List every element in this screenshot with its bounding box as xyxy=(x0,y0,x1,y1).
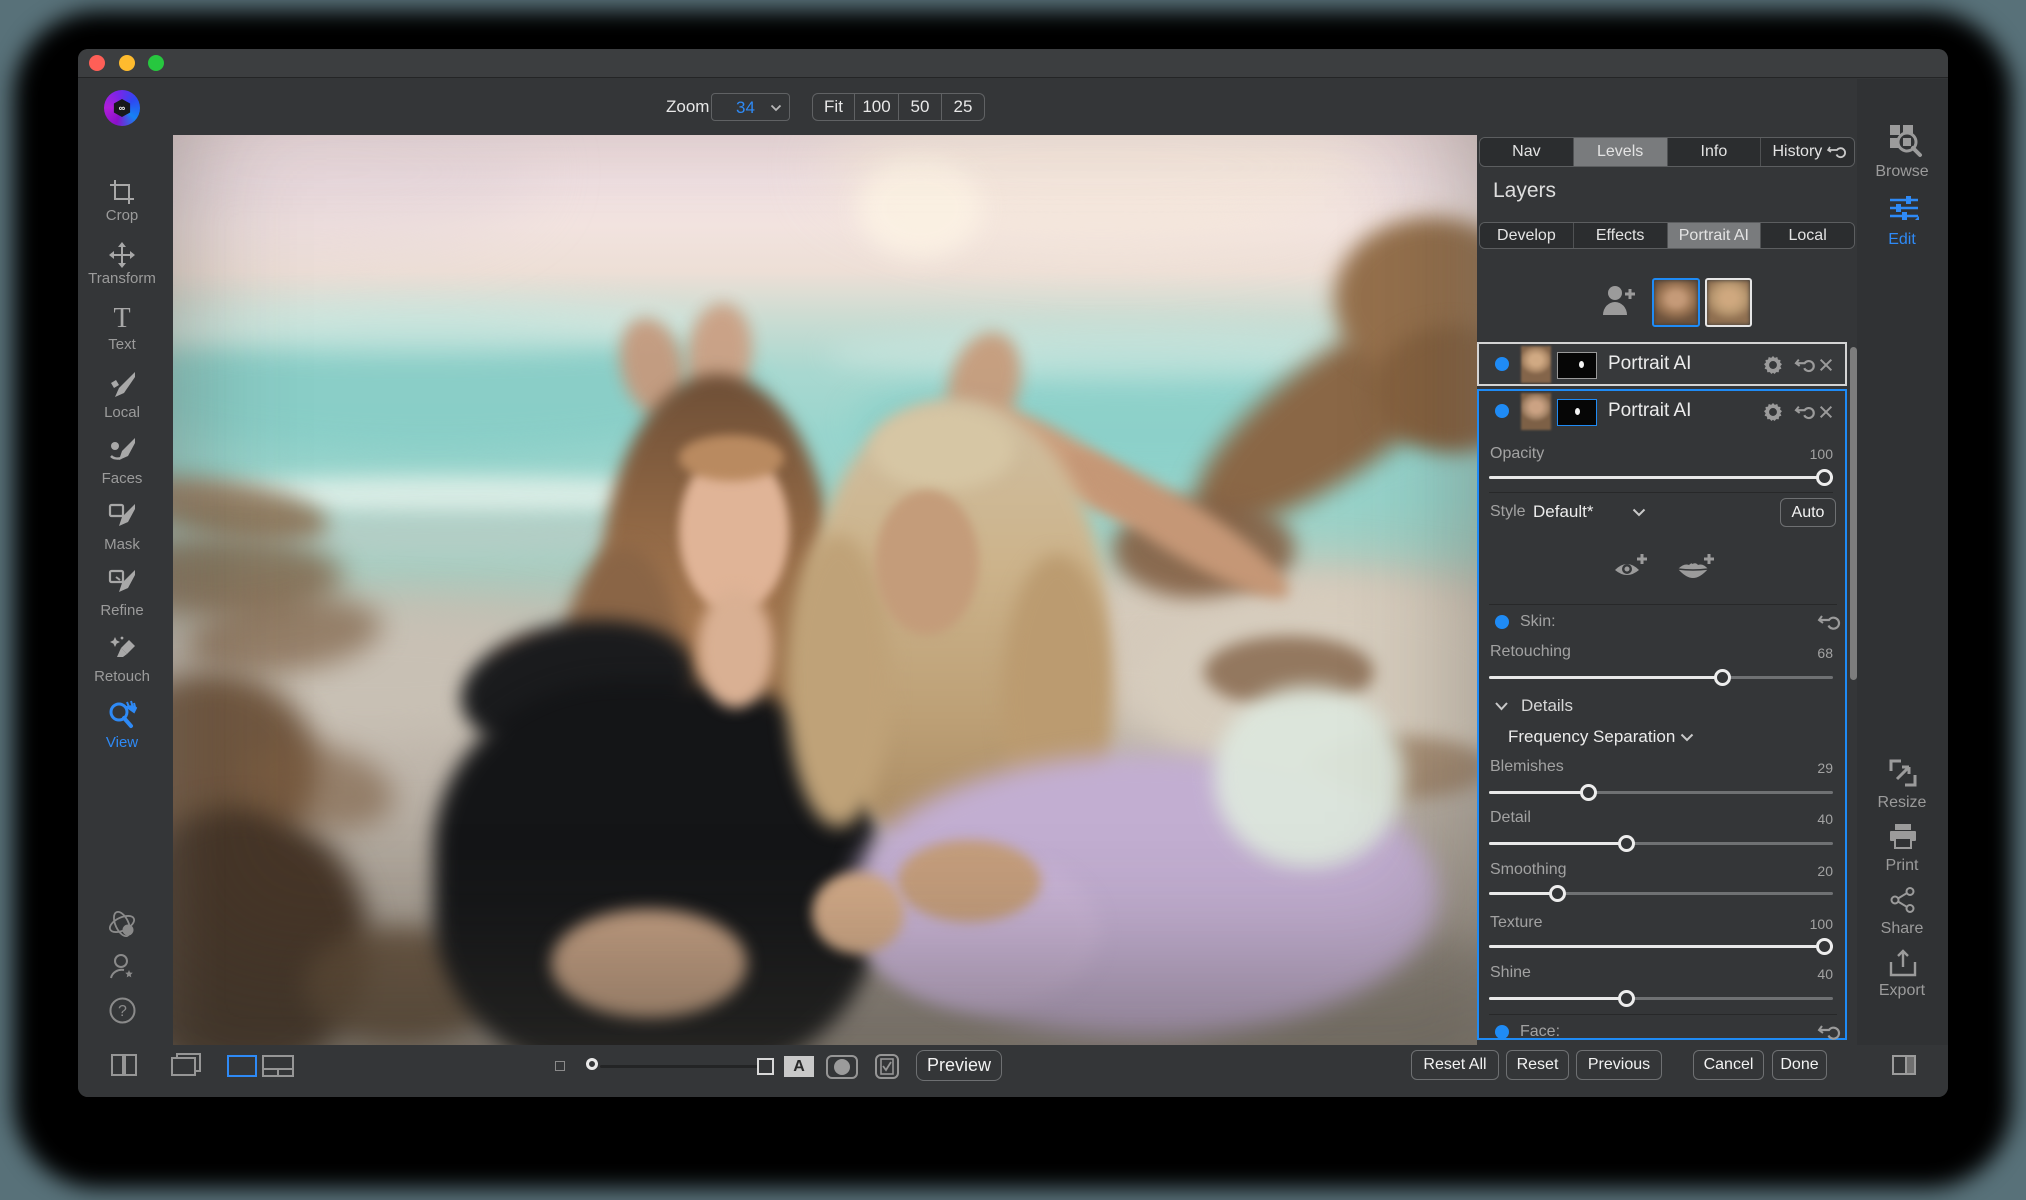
svg-text:?: ? xyxy=(118,1003,127,1020)
